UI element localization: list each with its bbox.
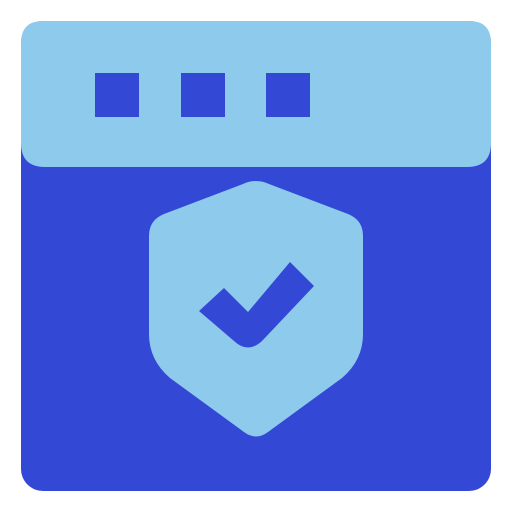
window-dot-icon — [95, 73, 139, 117]
window-dot-icon — [266, 73, 310, 117]
window-controls — [95, 73, 310, 117]
secure-browser-window-icon — [0, 0, 512, 512]
browser-shield-illustration — [21, 21, 491, 491]
window-dot-icon — [181, 73, 225, 117]
window-title-bar — [21, 21, 491, 167]
